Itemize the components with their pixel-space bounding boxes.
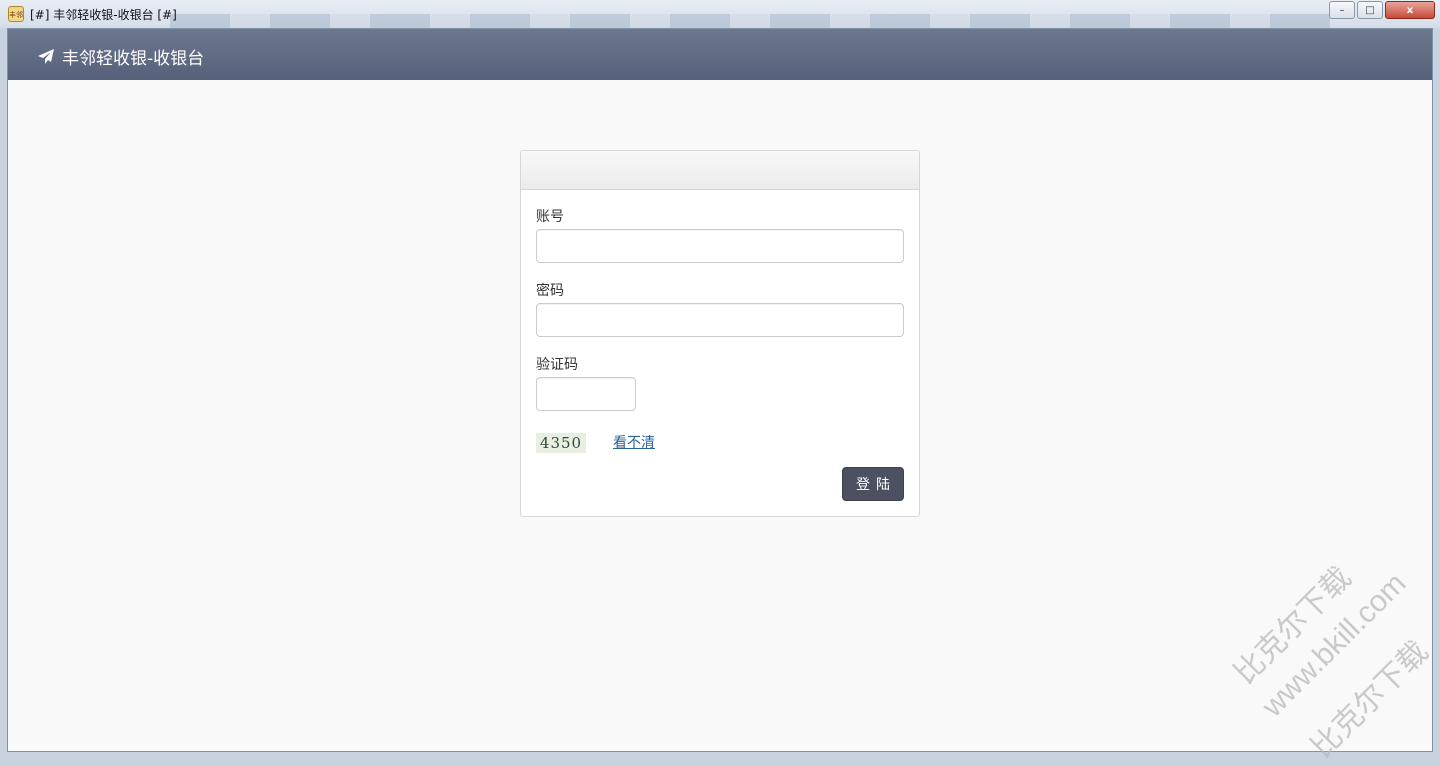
window-titlebar: 丰邻 [#] 丰邻轻收银-收银台 [#] – □ x	[0, 0, 1440, 28]
captcha-refresh-link[interactable]: 看不清	[613, 432, 655, 452]
captcha-input[interactable]	[536, 377, 636, 411]
password-input[interactable]	[536, 303, 904, 337]
background-window-blur	[170, 14, 1330, 28]
app-client-area: 丰邻轻收银-收银台 账号 密码 验证码 4350 看不清 登陆	[7, 28, 1433, 752]
paper-plane-icon	[38, 48, 54, 64]
maximize-button[interactable]: □	[1357, 1, 1383, 19]
login-panel-header	[521, 151, 919, 190]
minimize-button[interactable]: –	[1329, 1, 1355, 19]
close-button[interactable]: x	[1385, 1, 1435, 19]
navbar: 丰邻轻收银-收银台	[8, 29, 1432, 80]
window-controls: – □ x	[1327, 1, 1435, 19]
account-label: 账号	[536, 209, 564, 225]
captcha-image[interactable]: 4350	[536, 433, 586, 453]
navbar-brand[interactable]: 丰邻轻收银-收银台	[37, 44, 204, 69]
login-button[interactable]: 登陆	[842, 467, 904, 501]
app-icon: 丰邻	[8, 6, 24, 22]
captcha-label: 验证码	[536, 357, 578, 373]
login-panel: 账号 密码 验证码 4350 看不清 登陆	[520, 150, 920, 517]
password-label: 密码	[536, 283, 564, 299]
window-title: [#] 丰邻轻收银-收银台 [#]	[30, 8, 177, 22]
account-input[interactable]	[536, 229, 904, 263]
brand-title: 丰邻轻收银-收银台	[62, 49, 205, 69]
